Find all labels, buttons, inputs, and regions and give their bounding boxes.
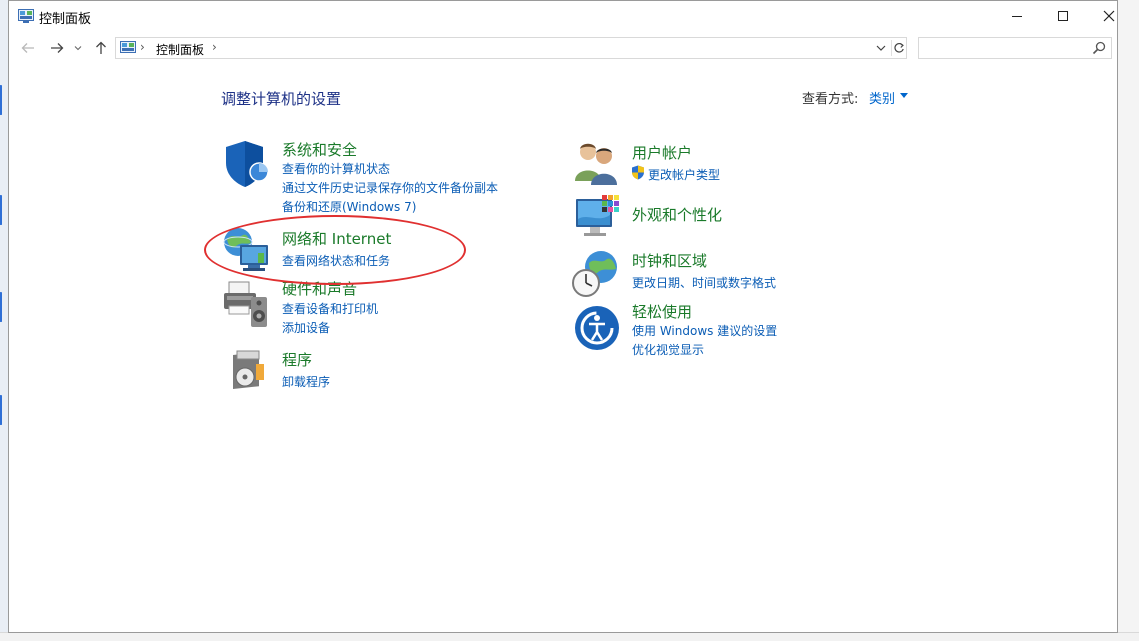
chevron-down-icon bbox=[74, 46, 82, 51]
link-uninstall-program[interactable]: 卸载程序 bbox=[282, 373, 330, 390]
link-add-device[interactable]: 添加设备 bbox=[282, 319, 330, 336]
window-title: 控制面板 bbox=[39, 12, 92, 27]
ease-of-access-icon[interactable] bbox=[572, 303, 622, 353]
control-panel-icon bbox=[18, 9, 34, 23]
network-globe-icon[interactable] bbox=[221, 225, 271, 275]
category-title-ease-of-access[interactable]: 轻松使用 bbox=[632, 301, 692, 322]
dropdown-arrow-icon[interactable] bbox=[900, 93, 908, 98]
link-view-computer-status[interactable]: 查看你的计算机状态 bbox=[282, 160, 390, 177]
up-arrow-icon bbox=[96, 41, 106, 54]
navigation-bar: › 控制面板 › bbox=[9, 33, 1117, 63]
page-title: 调整计算机的设置 bbox=[221, 90, 342, 108]
breadcrumb-separator-icon[interactable]: › bbox=[140, 40, 145, 54]
taskbar-edge bbox=[0, 632, 1139, 641]
back-arrow-icon bbox=[21, 43, 34, 53]
category-title-system-security[interactable]: 系统和安全 bbox=[282, 139, 357, 160]
link-devices-printers[interactable]: 查看设备和打印机 bbox=[282, 300, 378, 317]
category-title-appearance-personalization[interactable]: 外观和个性化 bbox=[632, 204, 722, 225]
link-use-windows-recommended-settings[interactable]: 使用 Windows 建议的设置 bbox=[632, 322, 777, 339]
minimize-icon bbox=[1012, 16, 1022, 17]
clock-globe-icon[interactable] bbox=[571, 249, 621, 299]
link-change-account-type[interactable]: 更改帐户类型 bbox=[648, 166, 720, 183]
desktop-background bbox=[0, 0, 8, 641]
view-by-dropdown[interactable]: 类别 bbox=[869, 88, 895, 107]
refresh-icon bbox=[894, 43, 904, 53]
category-title-user-accounts[interactable]: 用户帐户 bbox=[632, 142, 692, 163]
link-optimize-visual-display[interactable]: 优化视觉显示 bbox=[632, 341, 704, 358]
link-backup-restore[interactable]: 备份和还原(Windows 7) bbox=[282, 198, 416, 215]
breadcrumb-control-panel[interactable]: 控制面板 bbox=[156, 41, 204, 58]
shield-icon[interactable] bbox=[223, 138, 273, 188]
address-bar[interactable]: › 控制面板 › bbox=[115, 37, 907, 59]
link-change-date-time-format[interactable]: 更改日期、时间或数字格式 bbox=[632, 274, 776, 291]
minimize-button[interactable] bbox=[994, 1, 1040, 31]
address-dropdown-button[interactable] bbox=[874, 40, 888, 56]
maximize-button[interactable] bbox=[1040, 1, 1086, 31]
breadcrumb-separator-icon[interactable]: › bbox=[212, 40, 217, 54]
view-by-label: 查看方式: bbox=[802, 92, 859, 107]
refresh-button[interactable] bbox=[891, 40, 906, 56]
forward-button[interactable] bbox=[48, 39, 66, 57]
link-view-network-status[interactable]: 查看网络状态和任务 bbox=[282, 252, 390, 269]
category-title-programs[interactable]: 程序 bbox=[282, 349, 312, 370]
control-panel-window: 控制面板 › 控制面板 › 调整计算机的设置 查看方式: 类别 系统和安全 查看… bbox=[8, 0, 1118, 633]
uac-shield-icon bbox=[632, 165, 644, 180]
maximize-icon bbox=[1058, 11, 1068, 21]
printer-speaker-icon[interactable] bbox=[221, 279, 271, 329]
background-window-edge bbox=[1116, 0, 1139, 641]
search-box[interactable] bbox=[918, 37, 1112, 59]
close-icon bbox=[1103, 10, 1115, 22]
search-input[interactable] bbox=[922, 40, 1086, 57]
control-panel-icon bbox=[120, 41, 136, 53]
link-file-history-backup[interactable]: 通过文件历史记录保存你的文件备份副本 bbox=[282, 179, 498, 196]
forward-arrow-icon bbox=[51, 43, 64, 53]
search-icon[interactable] bbox=[1092, 41, 1106, 55]
category-title-clock-region[interactable]: 时钟和区域 bbox=[632, 250, 707, 271]
chevron-down-icon bbox=[876, 45, 886, 51]
up-button[interactable] bbox=[92, 39, 110, 57]
recent-locations-button[interactable] bbox=[72, 39, 84, 57]
programs-disc-icon[interactable] bbox=[223, 346, 273, 396]
title-bar[interactable]: 控制面板 bbox=[9, 1, 1117, 33]
category-title-hardware-sound[interactable]: 硬件和声音 bbox=[282, 278, 357, 299]
category-title-network-internet[interactable]: 网络和 Internet bbox=[282, 228, 391, 249]
users-icon[interactable] bbox=[572, 137, 622, 187]
back-button[interactable] bbox=[19, 39, 37, 57]
monitor-palette-icon[interactable] bbox=[574, 193, 624, 243]
close-button[interactable] bbox=[1086, 1, 1132, 31]
